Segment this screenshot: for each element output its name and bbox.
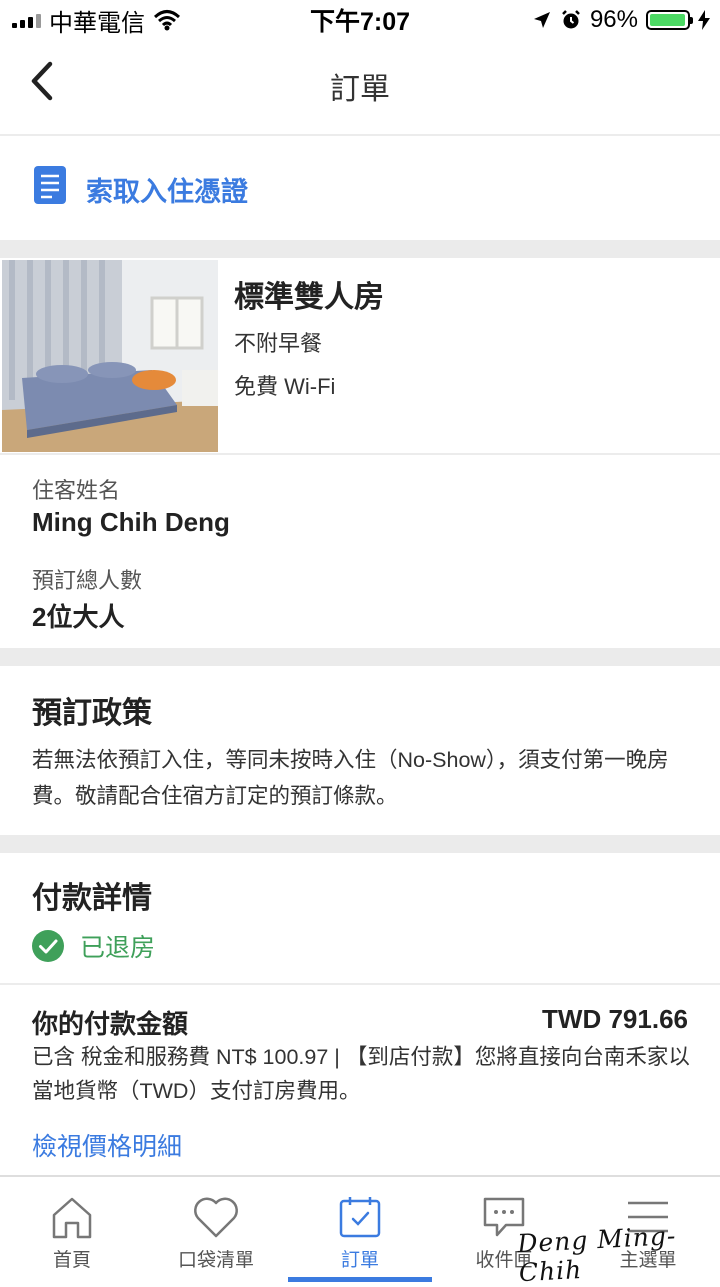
- status-right: 96%: [532, 6, 720, 34]
- policy-title: 預訂政策: [32, 697, 152, 730]
- signal-icon: [12, 12, 41, 28]
- room-breakfast: 不附早餐: [234, 331, 323, 356]
- heart-icon: [194, 1197, 238, 1238]
- payment-note: 已含 稅金和服務費 NT$ 100.97 | 【到店付款】您將直接向台南禾家以當…: [32, 1045, 690, 1103]
- payment-title: 付款詳情: [32, 882, 152, 915]
- section-gap: [0, 648, 720, 666]
- battery-icon: [646, 10, 693, 30]
- calendar-check-icon: [339, 1197, 381, 1238]
- checked-out-status: 已退房: [80, 934, 156, 962]
- policy-text: 若無法依預訂入住，等同未按時入住（No-Show），須支付第一晚房費。敬請配合住…: [32, 748, 669, 808]
- status-badge: 已退房: [32, 928, 155, 964]
- room-photo[interactable]: [2, 260, 218, 452]
- payment-amount-label: 你的付款金額: [32, 1009, 189, 1039]
- charging-bolt-icon: [698, 10, 710, 30]
- divider: [0, 983, 720, 985]
- payment-amount-value: TWD 791.66: [542, 1004, 688, 1034]
- carrier-name: 中華電信: [49, 9, 145, 37]
- tab-home[interactable]: 首頁: [0, 1177, 144, 1283]
- guest-name-label: 住客姓名: [32, 478, 121, 503]
- tab-orders-label: 訂單: [340, 1250, 379, 1271]
- tab-home-label: 首頁: [52, 1250, 91, 1271]
- request-voucher-link[interactable]: 索取入住憑證: [0, 136, 720, 240]
- carrier-group: 中華電信: [0, 3, 181, 38]
- guest-count-label: 預訂總人數: [32, 568, 143, 593]
- home-icon: [52, 1197, 92, 1239]
- request-voucher-label: 索取入住憑證: [86, 177, 248, 207]
- wifi-icon: [153, 10, 181, 31]
- document-icon: [34, 166, 66, 204]
- room-card: 標準雙人房 不附早餐 免費 Wi-Fi: [0, 258, 720, 455]
- guest-count-value: 2位大人: [32, 602, 125, 632]
- section-gap: [0, 240, 720, 258]
- check-circle-icon: [32, 930, 64, 962]
- page-title: 訂單: [330, 73, 390, 106]
- room-name: 標準雙人房: [234, 281, 384, 314]
- battery-percent: 96%: [589, 6, 638, 33]
- section-gap: [0, 835, 720, 853]
- location-arrow-icon: [533, 12, 550, 28]
- active-tab-indicator: [288, 1277, 432, 1282]
- tab-orders[interactable]: 訂單: [288, 1177, 432, 1283]
- battery-fill: [650, 14, 685, 26]
- room-image: [2, 260, 218, 452]
- view-price-details-link[interactable]: 檢視價格明細: [32, 1127, 182, 1163]
- alarm-icon: [562, 10, 580, 29]
- guest-name-value: Ming Chih Deng: [32, 507, 230, 537]
- tab-wishlist[interactable]: 口袋清單: [144, 1177, 288, 1283]
- status-bar: 中華電信 下午7:07 96%: [0, 0, 720, 40]
- signature-watermark: Deng Ming-Chih: [516, 1221, 677, 1287]
- room-wifi: 免費 Wi-Fi: [234, 374, 336, 399]
- tab-wishlist-label: 口袋清單: [177, 1250, 254, 1271]
- navigation-bar: 訂單: [0, 40, 720, 136]
